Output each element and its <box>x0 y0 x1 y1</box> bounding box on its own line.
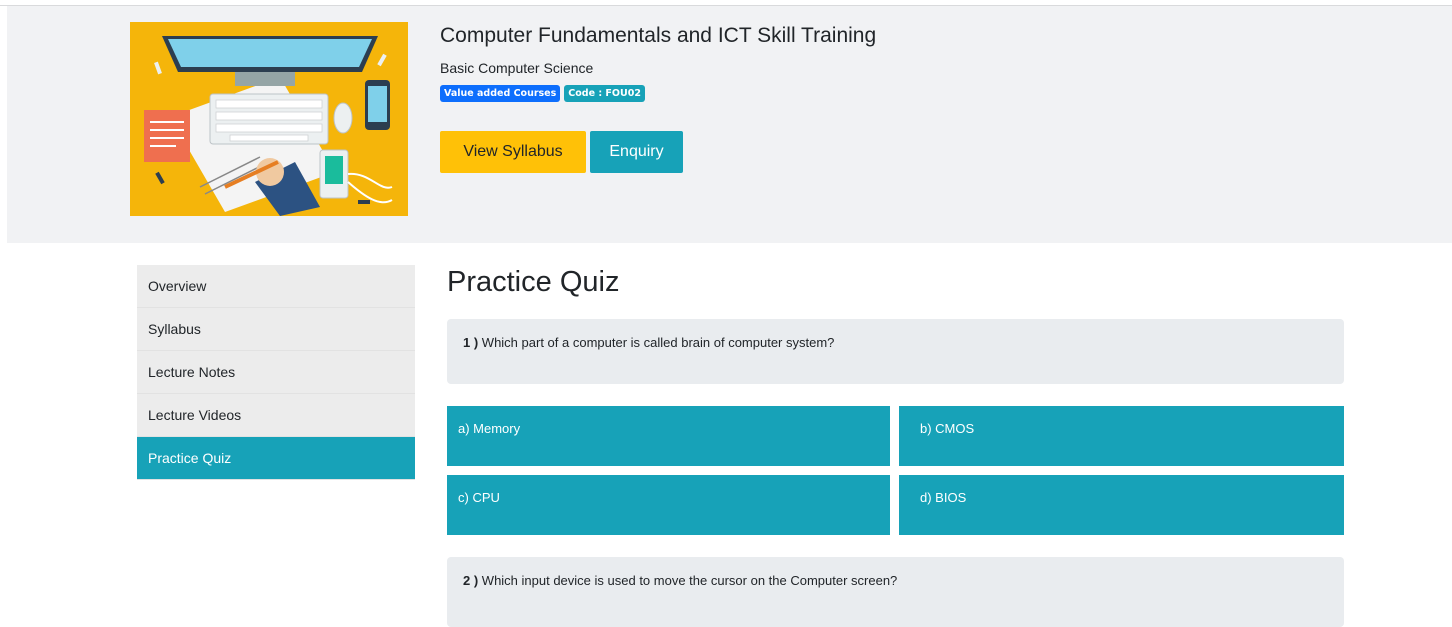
question-card: 1 ) Which part of a computer is called b… <box>447 319 1344 384</box>
answer-option-c[interactable]: c) CPU <box>447 475 890 535</box>
view-syllabus-button[interactable]: View Syllabus <box>440 131 586 173</box>
course-title: Computer Fundamentals and ICT Skill Trai… <box>440 24 877 47</box>
sidebar-item-lecture-notes[interactable]: Lecture Notes <box>137 351 415 394</box>
sidebar-item-overview[interactable]: Overview <box>137 265 415 308</box>
course-subtitle: Basic Computer Science <box>440 60 594 76</box>
question-text: Which input device is used to move the c… <box>481 573 898 588</box>
enquiry-button[interactable]: Enquiry <box>590 131 683 173</box>
question-text: Which part of a computer is called brain… <box>481 335 835 350</box>
question-number: 1 ) <box>463 335 479 350</box>
workspace-illustration-icon <box>130 22 408 216</box>
sidebar-item-practice-quiz[interactable]: Practice Quiz <box>137 437 415 480</box>
question-number: 2 ) <box>463 573 479 588</box>
page-title: Practice Quiz <box>447 266 620 298</box>
answer-option-b[interactable]: b) CMOS <box>899 406 1344 466</box>
answer-option-d[interactable]: d) BIOS <box>899 475 1344 535</box>
category-badge: Value added Courses <box>440 85 561 102</box>
course-badges: Value added Courses Code : FOU02 <box>440 85 645 102</box>
sidebar-item-syllabus[interactable]: Syllabus <box>137 308 415 351</box>
question-card: 2 ) Which input device is used to move t… <box>447 557 1344 627</box>
answer-option-a[interactable]: a) Memory <box>447 406 890 466</box>
course-image <box>130 22 408 216</box>
course-sidebar-nav: Overview Syllabus Lecture Notes Lecture … <box>137 265 415 480</box>
code-badge: Code : FOU02 <box>564 85 645 102</box>
sidebar-item-lecture-videos[interactable]: Lecture Videos <box>137 394 415 437</box>
